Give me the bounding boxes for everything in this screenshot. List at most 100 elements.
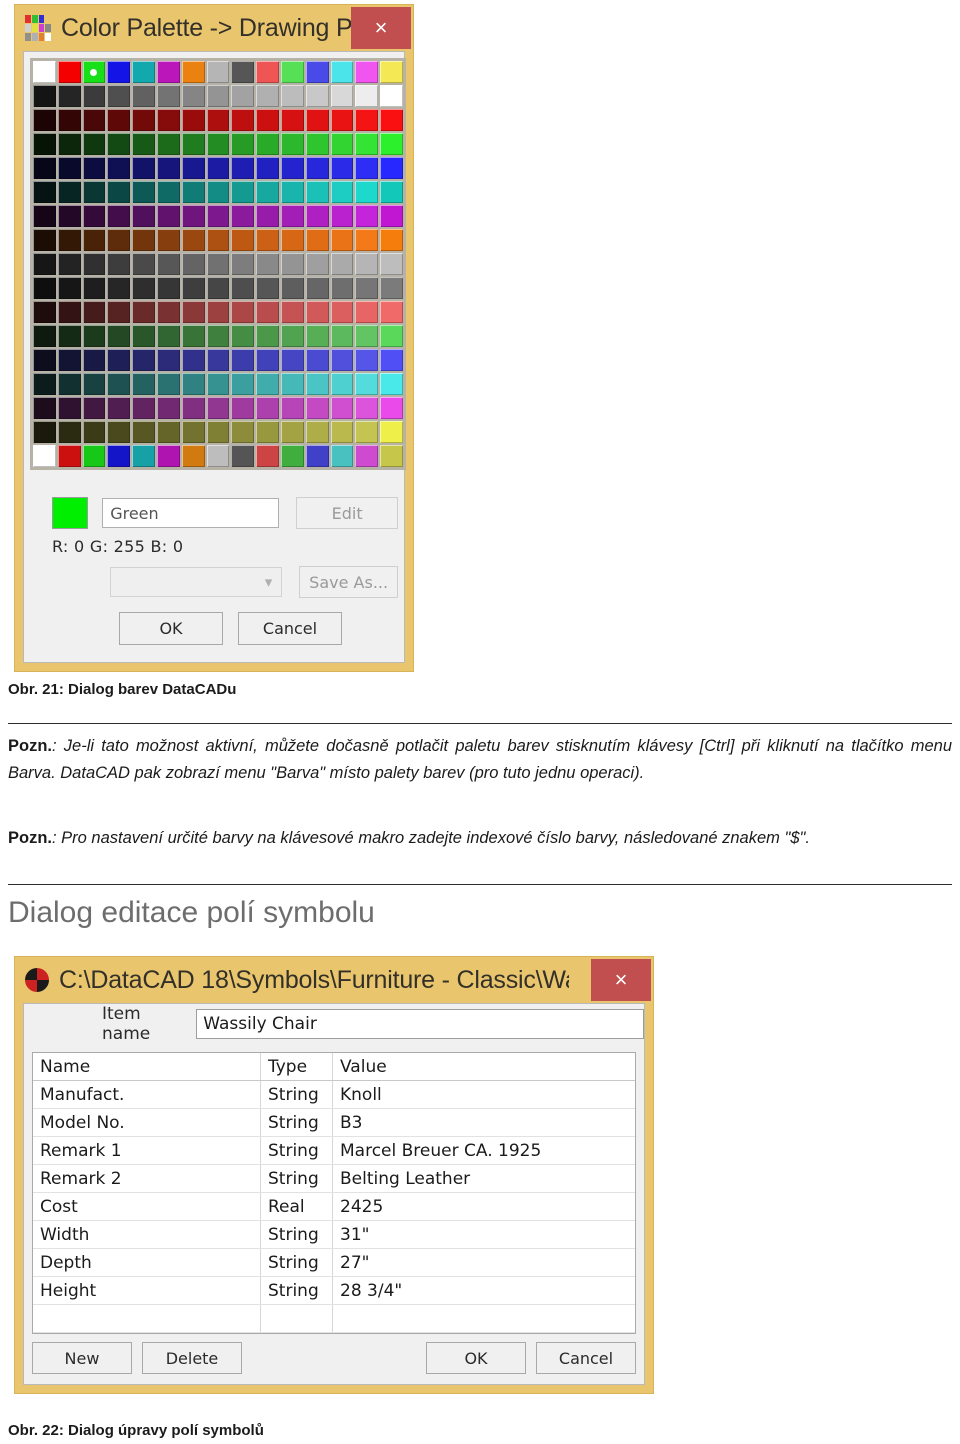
new-button[interactable]: New bbox=[32, 1342, 132, 1374]
color-swatch[interactable] bbox=[231, 397, 255, 419]
color-swatch[interactable] bbox=[181, 421, 205, 443]
color-swatch[interactable] bbox=[156, 325, 180, 347]
color-swatch[interactable] bbox=[256, 349, 279, 371]
color-swatch[interactable] bbox=[355, 109, 379, 131]
ok-button[interactable]: OK bbox=[119, 612, 223, 645]
color-swatch[interactable] bbox=[132, 277, 155, 299]
table-row[interactable]: Remark 2 String Belting Leather bbox=[33, 1165, 635, 1193]
color-swatch[interactable] bbox=[156, 109, 180, 131]
color-swatch[interactable] bbox=[330, 61, 354, 83]
color-swatch[interactable] bbox=[33, 445, 56, 467]
color-swatch[interactable] bbox=[330, 229, 354, 251]
color-swatch[interactable] bbox=[256, 157, 279, 179]
color-swatch[interactable] bbox=[132, 229, 155, 251]
color-swatch[interactable] bbox=[355, 157, 379, 179]
color-swatch[interactable] bbox=[181, 373, 205, 395]
color-swatch[interactable] bbox=[206, 325, 230, 347]
color-swatch[interactable] bbox=[280, 421, 304, 443]
color-swatch[interactable] bbox=[107, 277, 131, 299]
color-swatch[interactable] bbox=[280, 373, 304, 395]
color-swatch[interactable] bbox=[82, 229, 106, 251]
color-swatch[interactable] bbox=[231, 229, 255, 251]
color-swatch[interactable] bbox=[33, 229, 56, 251]
color-swatch[interactable] bbox=[82, 205, 106, 227]
color-swatch[interactable] bbox=[280, 397, 304, 419]
color-swatch[interactable] bbox=[206, 277, 230, 299]
color-swatch[interactable] bbox=[82, 349, 106, 371]
color-swatch[interactable] bbox=[206, 421, 230, 443]
color-swatch[interactable] bbox=[33, 109, 56, 131]
color-swatch[interactable] bbox=[231, 205, 255, 227]
color-swatch[interactable] bbox=[206, 61, 230, 83]
color-swatch[interactable] bbox=[181, 109, 205, 131]
color-swatch[interactable] bbox=[355, 61, 379, 83]
color-swatch[interactable] bbox=[107, 229, 131, 251]
color-swatch[interactable] bbox=[355, 181, 379, 203]
color-swatch[interactable] bbox=[181, 205, 205, 227]
color-swatch[interactable] bbox=[231, 349, 255, 371]
color-swatch[interactable] bbox=[107, 373, 131, 395]
color-swatch[interactable] bbox=[132, 61, 155, 83]
color-swatch[interactable] bbox=[57, 229, 81, 251]
color-swatch[interactable] bbox=[355, 133, 379, 155]
color-swatch[interactable] bbox=[57, 85, 81, 107]
table-row[interactable]: Depth String 27" bbox=[33, 1249, 635, 1277]
palette-dropdown[interactable]: ▾ bbox=[110, 567, 283, 597]
color-swatch[interactable] bbox=[256, 61, 279, 83]
color-swatch[interactable] bbox=[355, 421, 379, 443]
color-swatch[interactable] bbox=[107, 325, 131, 347]
color-swatch[interactable] bbox=[33, 349, 56, 371]
color-swatch[interactable] bbox=[33, 253, 56, 275]
color-swatch[interactable] bbox=[206, 349, 230, 371]
color-swatch[interactable] bbox=[156, 85, 180, 107]
table-row[interactable]: Model No. String B3 bbox=[33, 1109, 635, 1137]
color-swatch[interactable] bbox=[330, 373, 354, 395]
color-swatch[interactable] bbox=[181, 229, 205, 251]
color-swatch[interactable] bbox=[33, 421, 56, 443]
color-swatch[interactable] bbox=[380, 253, 403, 275]
color-swatch[interactable] bbox=[330, 349, 354, 371]
cancel-button[interactable]: Cancel bbox=[238, 612, 342, 645]
color-swatch[interactable] bbox=[305, 397, 329, 419]
color-swatch[interactable] bbox=[330, 157, 354, 179]
color-swatch[interactable] bbox=[380, 373, 403, 395]
color-swatch[interactable] bbox=[156, 397, 180, 419]
color-swatch[interactable] bbox=[256, 421, 279, 443]
color-swatch[interactable] bbox=[181, 301, 205, 323]
color-swatch[interactable] bbox=[330, 205, 354, 227]
color-swatch[interactable] bbox=[82, 85, 106, 107]
color-swatch[interactable] bbox=[380, 397, 403, 419]
color-swatch[interactable] bbox=[256, 181, 279, 203]
color-swatch[interactable] bbox=[82, 277, 106, 299]
color-swatch[interactable] bbox=[355, 301, 379, 323]
color-swatch[interactable] bbox=[380, 61, 403, 83]
color-swatch[interactable] bbox=[330, 253, 354, 275]
color-swatch[interactable] bbox=[132, 397, 155, 419]
color-swatch[interactable] bbox=[107, 181, 131, 203]
color-swatch[interactable] bbox=[305, 445, 329, 467]
color-swatch[interactable] bbox=[132, 85, 155, 107]
color-swatch[interactable] bbox=[132, 253, 155, 275]
color-swatch[interactable] bbox=[231, 373, 255, 395]
color-swatch[interactable] bbox=[156, 277, 180, 299]
color-swatch[interactable] bbox=[132, 157, 155, 179]
table-row[interactable]: Remark 1 String Marcel Breuer CA. 1925 bbox=[33, 1137, 635, 1165]
color-swatch[interactable] bbox=[380, 205, 403, 227]
color-swatch[interactable] bbox=[280, 301, 304, 323]
color-swatch[interactable] bbox=[206, 109, 230, 131]
item-name-input[interactable]: Wassily Chair bbox=[196, 1009, 644, 1039]
color-swatch[interactable] bbox=[181, 181, 205, 203]
edit-button[interactable]: Edit bbox=[296, 497, 398, 529]
color-swatch[interactable] bbox=[305, 301, 329, 323]
color-swatch[interactable] bbox=[256, 397, 279, 419]
color-swatch[interactable] bbox=[82, 373, 106, 395]
color-swatch[interactable] bbox=[156, 253, 180, 275]
color-swatch[interactable] bbox=[156, 205, 180, 227]
color-swatch[interactable] bbox=[33, 85, 56, 107]
color-swatch[interactable] bbox=[57, 109, 81, 131]
color-swatch[interactable] bbox=[330, 277, 354, 299]
color-swatch[interactable] bbox=[57, 445, 81, 467]
color-swatch[interactable] bbox=[82, 421, 106, 443]
color-swatch[interactable] bbox=[132, 421, 155, 443]
symbol-dialog-titlebar[interactable]: C:\DataCAD 18\Symbols\Furniture - Classi… bbox=[15, 957, 653, 1003]
